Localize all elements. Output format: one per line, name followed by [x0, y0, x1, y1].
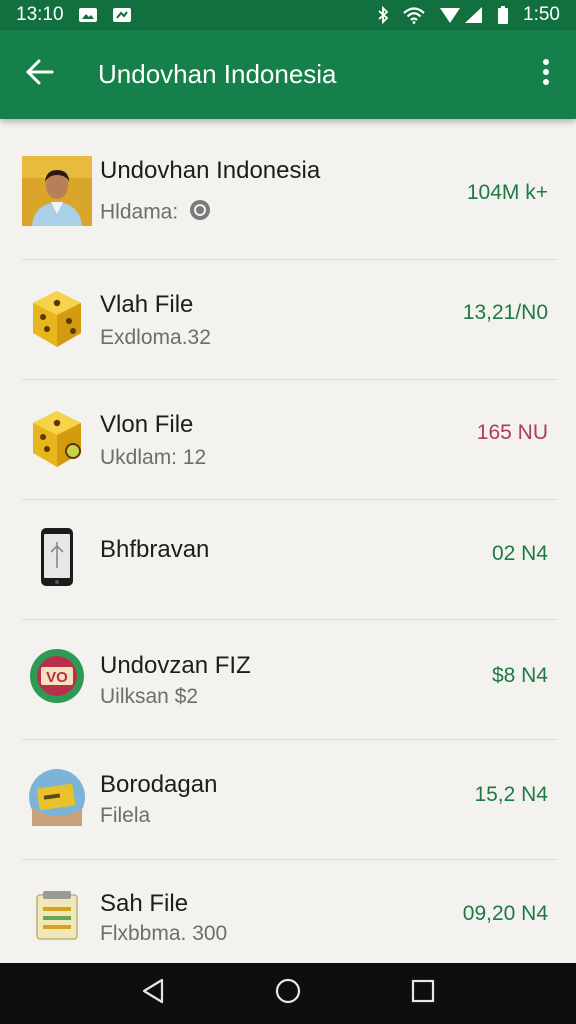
item-subtitle: Hldama:: [100, 198, 212, 228]
item-value: 165 NU: [476, 421, 548, 444]
nav-home-button[interactable]: [258, 963, 318, 1024]
nav-back-icon: [141, 978, 165, 1009]
list-item[interactable]: Vlon File Ukdlam: 12 165 NU: [22, 380, 556, 500]
phone-icon: [22, 522, 92, 592]
more-options-button[interactable]: [516, 30, 576, 119]
item-title: Bhfbravan: [100, 536, 210, 563]
image-icon: [112, 7, 132, 23]
dice-icon: [22, 405, 92, 475]
item-title: Undovzan FIZ: [100, 652, 251, 679]
back-button[interactable]: [0, 30, 80, 119]
wifi-icon: [403, 6, 425, 24]
item-title: Borodagan: [100, 771, 218, 798]
item-value: 09,20 N4: [462, 902, 548, 925]
dice-icon: [22, 285, 92, 355]
list-item[interactable]: Bhfbravan 02 N4: [22, 500, 556, 620]
item-value: $8 N4: [491, 664, 548, 687]
card-icon: [22, 762, 92, 832]
vo-badge-icon: VO: [22, 641, 92, 711]
list-item[interactable]: VO Undovzan FIZ Uilksan $2 $8 N4: [22, 620, 556, 740]
status-bar: 13:10 1:50: [0, 0, 576, 30]
item-title: Undovhan Indonesia: [100, 157, 321, 184]
bluetooth-icon: [377, 6, 389, 24]
item-title: Sah File: [100, 890, 189, 917]
list-item[interactable]: Undovhan Indonesia Hldama: 104M k+: [22, 141, 556, 260]
svg-text:VO: VO: [46, 669, 68, 686]
nav-back-button[interactable]: [123, 963, 183, 1024]
status-time: 13:10: [16, 4, 64, 25]
list-item[interactable]: Vlah File Exdloma.32 13,21/N0: [22, 260, 556, 380]
battery-icon: [497, 6, 509, 24]
item-value: 02 N4: [491, 542, 548, 565]
more-vert-icon: [542, 58, 550, 91]
item-value: 13,21/N0: [462, 301, 548, 324]
list-item[interactable]: Borodagan Filela 15,2 N4: [22, 740, 556, 860]
smile-icon: [188, 198, 212, 228]
arrow-back-icon: [25, 59, 54, 90]
item-value: 104M k+: [466, 181, 548, 204]
app-bar: Undovhan Indonesia: [0, 30, 576, 119]
item-subtitle: Ukdlam: 12: [100, 446, 207, 469]
item-subtitle: Flxbbma. 300: [100, 922, 228, 945]
item-subtitle: Filela: [100, 804, 151, 827]
item-subtitle: Exdloma.32: [100, 326, 211, 349]
notepad-icon: [22, 880, 92, 950]
nav-home-icon: [275, 978, 301, 1009]
item-title: Vlah File: [100, 291, 194, 318]
list-item[interactable]: Sah File Flxbbma. 300 09,20 N4: [22, 860, 556, 980]
nav-recents-icon: [411, 979, 435, 1008]
item-value: 15,2 N4: [474, 783, 548, 806]
navigation-bar: [0, 963, 576, 1024]
item-subtitle: Uilksan $2: [100, 685, 199, 708]
signal-icon: [439, 6, 483, 24]
nav-recents-button[interactable]: [393, 963, 453, 1024]
item-title: Vlon File: [100, 411, 194, 438]
file-list: Undovhan Indonesia Hldama: 104M k+ Vlah …: [0, 119, 576, 963]
status-clock: 1:50: [523, 4, 560, 25]
avatar: [22, 156, 92, 226]
photo-icon: [78, 7, 98, 23]
page-title: Undovhan Indonesia: [98, 59, 337, 89]
